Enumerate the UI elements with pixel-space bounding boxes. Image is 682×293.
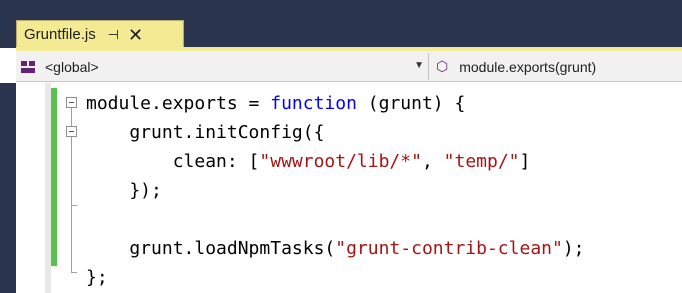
method-icon: ⬡ bbox=[436, 58, 449, 74]
code-token: clean: [ bbox=[86, 151, 260, 172]
code-token: module.exports = bbox=[86, 93, 271, 114]
pin-icon[interactable]: ⊣ bbox=[108, 27, 119, 43]
outline-end-marker bbox=[71, 205, 77, 206]
navigation-bar: <global> ▼ ⬡ module.exports(grunt) bbox=[16, 51, 682, 82]
code-token: ] bbox=[519, 151, 531, 172]
code-line[interactable]: grunt.loadNpmTasks("grunt-contrib-clean"… bbox=[86, 234, 585, 263]
code-token: grunt.initConfig({ bbox=[86, 122, 325, 143]
member-dropdown[interactable]: ⬡ module.exports(grunt) bbox=[434, 54, 596, 79]
code-token: , bbox=[421, 151, 444, 172]
code-string: "wwwroot/lib/*" bbox=[259, 151, 422, 172]
code-token: }; bbox=[86, 267, 108, 288]
code-token: (grunt) { bbox=[356, 93, 466, 114]
outline-guide bbox=[71, 108, 72, 126]
member-label: module.exports(grunt) bbox=[459, 58, 597, 75]
collapse-initconfig-icon[interactable] bbox=[66, 126, 77, 137]
code-line[interactable]: }; bbox=[86, 263, 585, 292]
editor-left-border bbox=[0, 83, 16, 293]
chevron-down-icon[interactable]: ▼ bbox=[414, 60, 424, 71]
code-line[interactable]: }); bbox=[86, 176, 585, 205]
navbar-divider bbox=[428, 53, 429, 80]
scope-dropdown[interactable]: <global> ▼ bbox=[16, 54, 426, 79]
code-keyword: function bbox=[270, 93, 357, 114]
collapse-function-icon[interactable] bbox=[66, 97, 77, 108]
class-icon bbox=[21, 60, 35, 73]
code-line[interactable]: grunt.initConfig({ bbox=[86, 118, 585, 147]
code-line[interactable]: clean: ["wwwroot/lib/*", "temp/"] bbox=[86, 147, 585, 176]
tab-strip: Gruntfile.js ⊣ ✕ bbox=[0, 20, 682, 48]
code-token: grunt.loadNpmTasks( bbox=[86, 238, 336, 259]
close-icon[interactable]: ✕ bbox=[128, 26, 143, 44]
tab-title: Gruntfile.js bbox=[24, 26, 96, 43]
scope-label: <global> bbox=[45, 58, 99, 75]
tab-gruntfile[interactable]: Gruntfile.js ⊣ ✕ bbox=[16, 20, 184, 48]
outline-end-marker bbox=[71, 272, 77, 273]
code-string: "grunt-contrib-clean" bbox=[335, 238, 563, 259]
code-token: ); bbox=[562, 238, 585, 259]
code-line[interactable] bbox=[86, 205, 585, 234]
code-text[interactable]: module.exports = function (grunt) { grun… bbox=[86, 89, 585, 292]
code-string: "temp/" bbox=[443, 151, 520, 172]
change-tracking-bar bbox=[51, 88, 57, 266]
code-line[interactable]: module.exports = function (grunt) { bbox=[86, 89, 585, 118]
code-token: }); bbox=[86, 180, 162, 201]
